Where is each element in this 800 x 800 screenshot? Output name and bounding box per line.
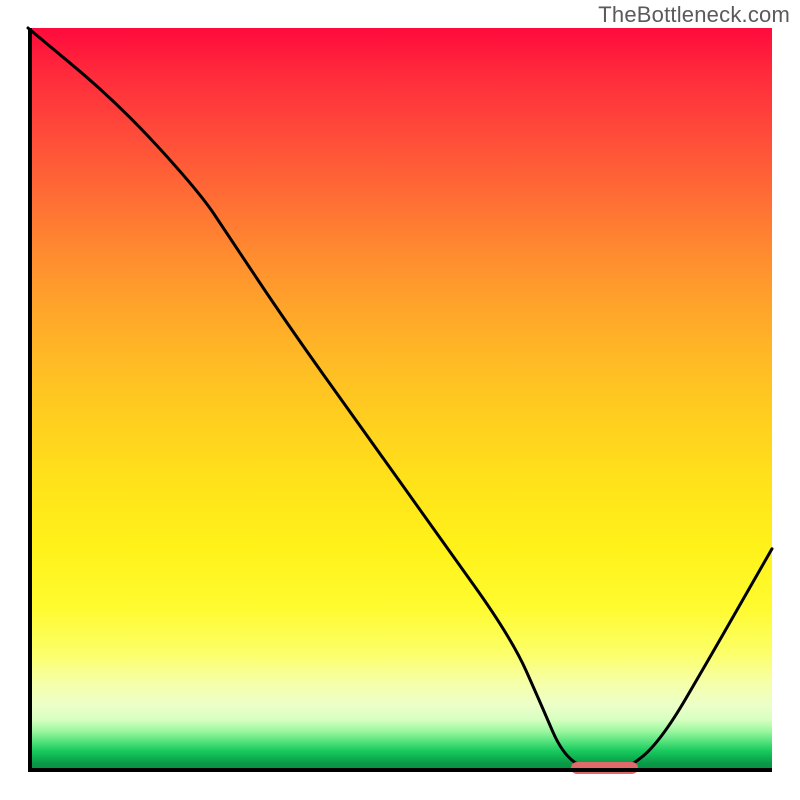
optimal-marker: [571, 762, 638, 774]
curve-path: [28, 28, 772, 772]
watermark-text: TheBottleneck.com: [598, 2, 790, 28]
bottleneck-curve: [28, 28, 772, 772]
chart-canvas: TheBottleneck.com: [0, 0, 800, 800]
plot-area: [28, 28, 772, 772]
